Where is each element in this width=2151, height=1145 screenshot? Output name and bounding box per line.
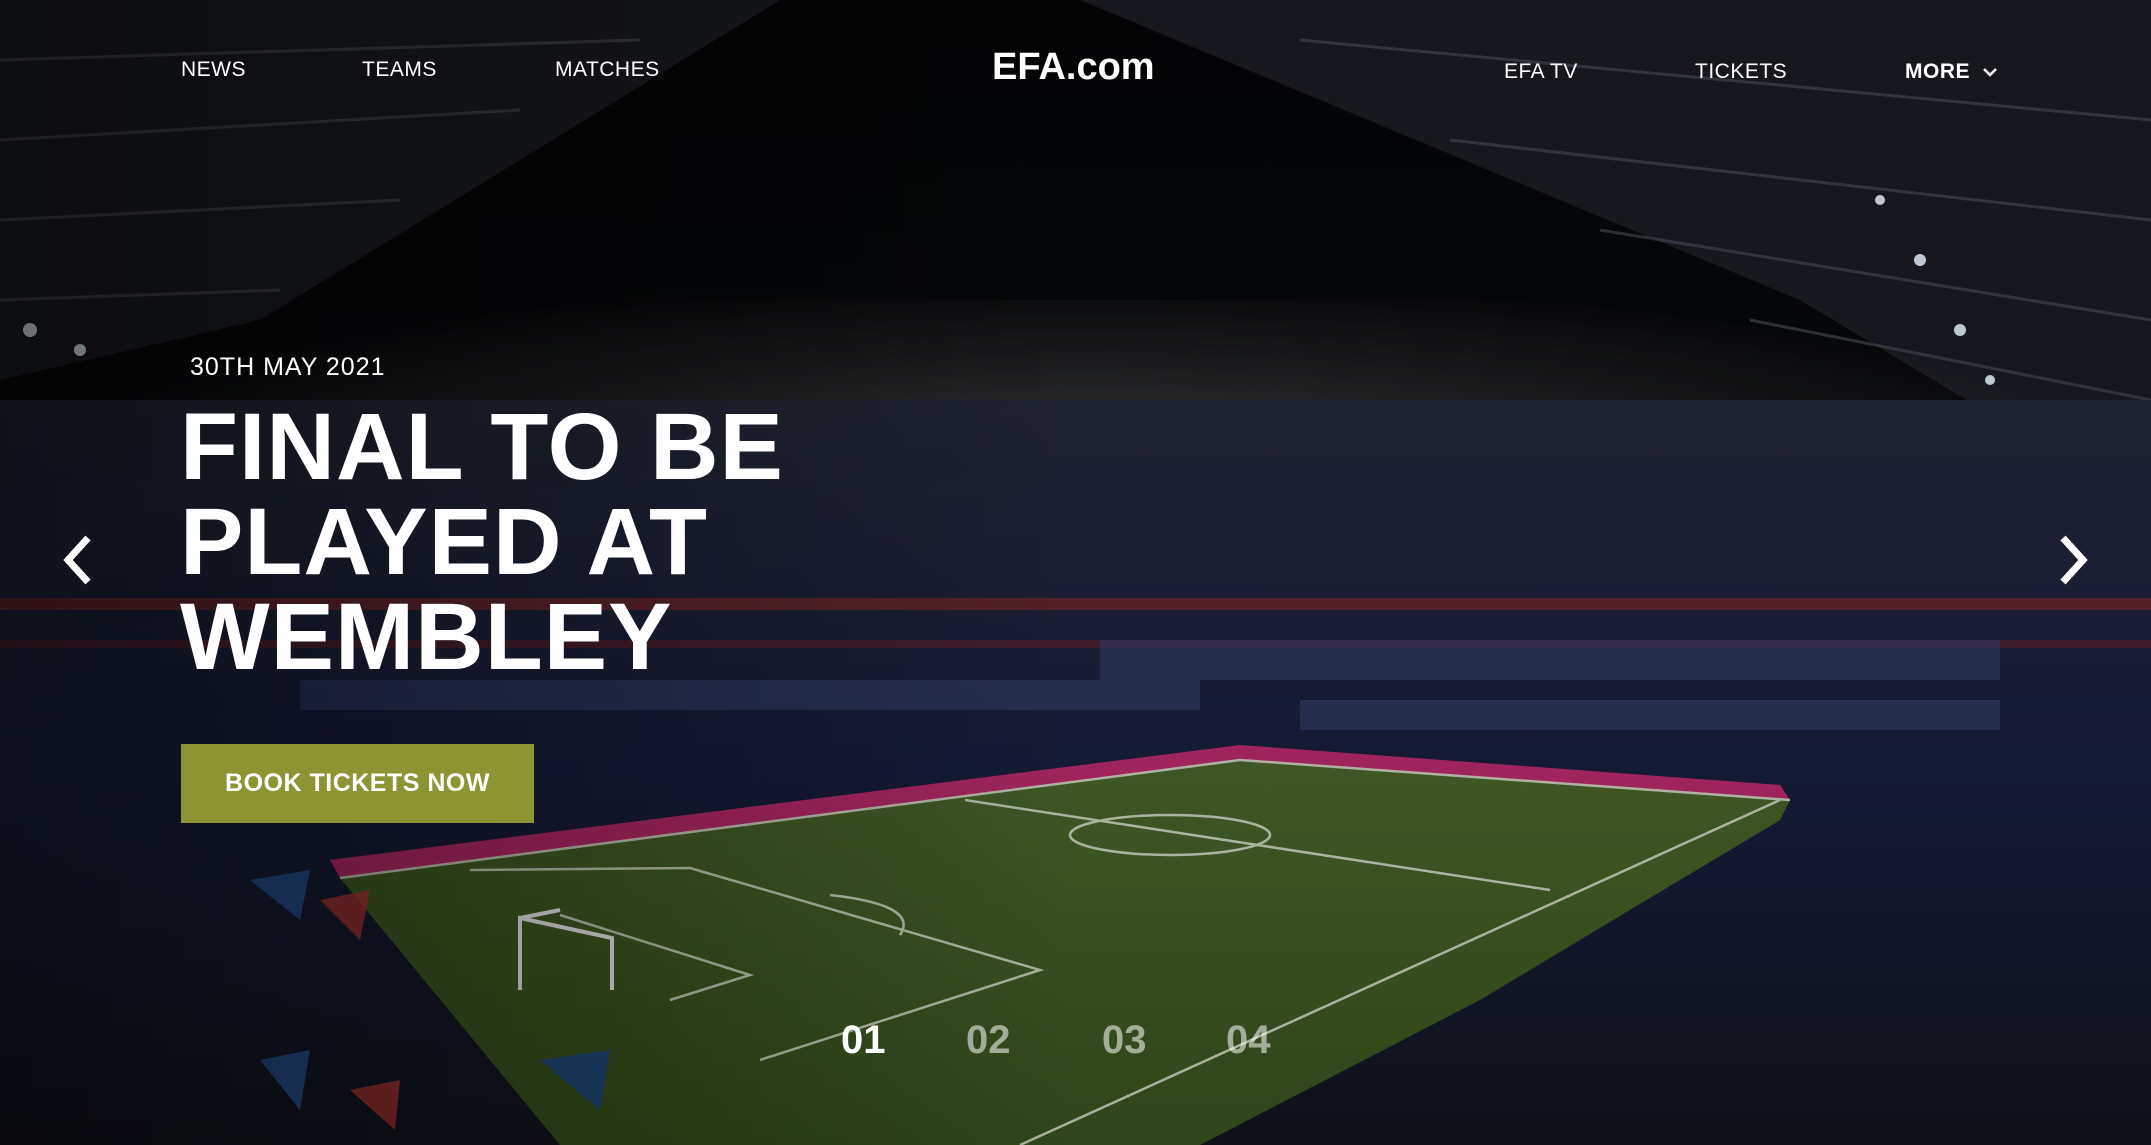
chevron-down-icon (1983, 68, 1997, 77)
headline-line-3: WEMBLEY (180, 584, 673, 690)
slide-indicator-04[interactable]: 04 (1226, 1018, 1271, 1063)
headline-line-1: FINAL TO BE (180, 394, 784, 500)
slide-indicator-02[interactable]: 02 (966, 1018, 1011, 1063)
chevron-right-icon (2060, 535, 2088, 585)
nav-more-label: MORE (1905, 60, 1970, 83)
headline-line-2: PLAYED AT (180, 489, 709, 595)
book-tickets-button[interactable]: BOOK TICKETS NOW (181, 744, 534, 823)
hero-carousel: NEWS TEAMS MATCHES EFA.com EFA TV TICKET… (0, 0, 2151, 1145)
nav-more-dropdown[interactable]: MORE (1905, 60, 1998, 84)
hero-headline: FINAL TO BE PLAYED AT WEMBLEY (180, 400, 784, 685)
slide-indicator-01[interactable]: 01 (841, 1018, 886, 1063)
carousel-next-button[interactable] (2053, 532, 2093, 588)
slide-indicator-03[interactable]: 03 (1102, 1018, 1147, 1063)
brand-logo-link[interactable]: EFA.com (992, 46, 1155, 89)
nav-tickets-link[interactable]: TICKETS (1695, 60, 1787, 84)
nav-efa-tv-link[interactable]: EFA TV (1504, 60, 1578, 84)
nav-news-link[interactable]: NEWS (181, 58, 246, 82)
nav-matches-link[interactable]: MATCHES (555, 58, 660, 82)
article-date: 30TH MAY 2021 (190, 353, 386, 381)
nav-teams-link[interactable]: TEAMS (362, 58, 437, 82)
chevron-left-icon (63, 535, 91, 585)
carousel-prev-button[interactable] (58, 532, 98, 588)
